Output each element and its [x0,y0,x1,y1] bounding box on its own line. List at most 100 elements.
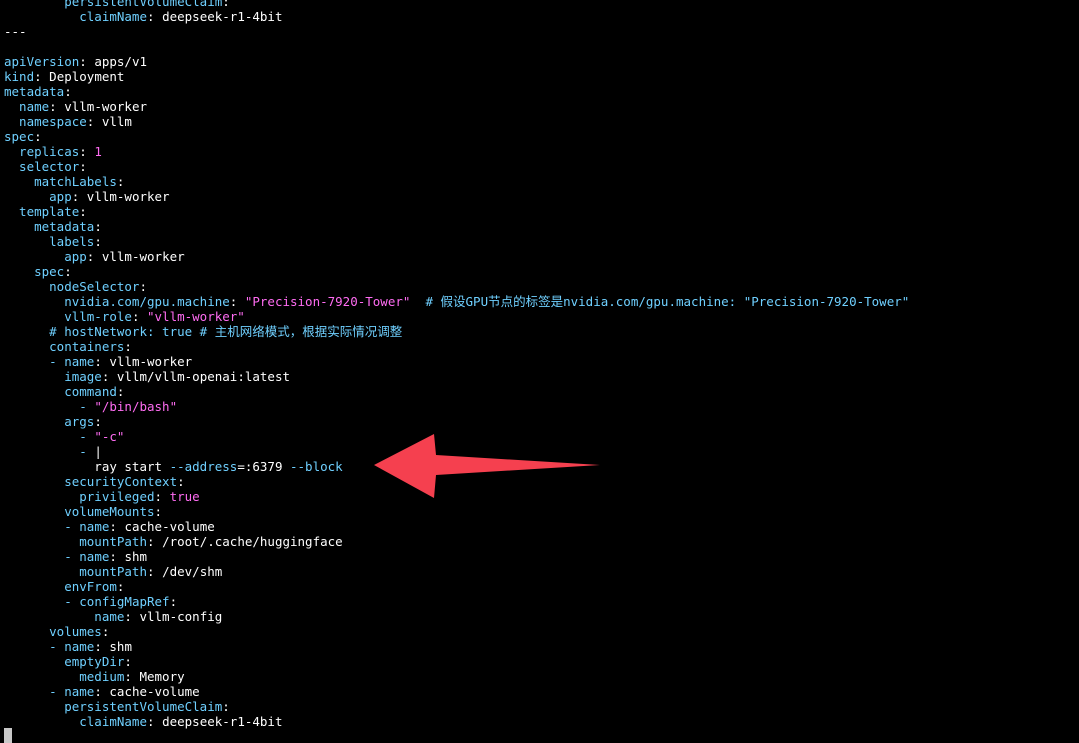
text-cursor-icon [4,728,12,743]
code-token: deepseek-r1-4bit [162,9,283,24]
code-token: persistentVolumeClaim [4,0,223,9]
code-token: selector [4,159,80,174]
code-line: name: vllm-worker [4,99,147,114]
code-token: : [124,339,132,354]
code-line: - "/bin/bash" [4,399,177,414]
code-token: : [124,654,132,669]
code-token: apps/v1 [94,54,148,69]
code-line: - name: vllm-worker [4,354,192,369]
code-token: : [79,204,87,219]
code-token: "-c" [94,429,125,444]
code-token: labels [4,234,95,249]
code-token: persistentVolumeClaim [4,699,223,714]
code-token: : [222,0,230,9]
code-token: Memory [139,669,185,684]
code-line: spec: [4,264,72,279]
code-token: vllm-config [139,609,223,624]
code-token: envFrom [4,579,117,594]
code-line: selector: [4,159,87,174]
code-token: : [169,594,178,609]
code-token: : [79,144,95,159]
code-token: vllm-worker [86,189,170,204]
code-token: - [4,594,80,609]
code-token: nodeSelector [4,279,140,294]
code-line: vllm-role: "vllm-worker" [4,309,245,324]
code-token: # hostNetwork: true # 主机网络模式，根据实际情况调整 [4,324,403,339]
code-token: : [154,504,163,519]
code-token: # 假设GPU节点的标签是nvidia.com/gpu.machine: "Pr… [410,294,910,309]
code-token: : [109,519,125,534]
code-token: spec [4,264,65,279]
code-token: vllm-worker [64,99,148,114]
code-token: name [79,549,110,564]
code-line: args: [4,414,102,429]
code-token: : [94,639,110,654]
code-token: vllm-role [4,309,132,324]
code-token: name [79,519,110,534]
code-token: shm [124,549,148,564]
code-line: image: vllm/vllm-openai:latest [4,369,290,384]
code-token: containers [4,339,125,354]
code-token: app [4,189,72,204]
code-token: mountPath [4,534,147,549]
code-token: 1 [94,144,102,159]
code-token: metadata [4,84,65,99]
code-token: : [147,9,163,24]
code-token: : [79,54,95,69]
code-line: containers: [4,339,132,354]
code-token: : [116,579,125,594]
code-token: app [4,249,87,264]
code-line: nodeSelector: [4,279,147,294]
code-token: - [4,399,95,414]
code-token: volumes [4,624,102,639]
code-token: securityContext [4,474,178,489]
code-token: : [147,564,163,579]
code-line: persistentVolumeClaim: [4,699,230,714]
code-token: : [154,489,170,504]
code-token: namespace [4,114,87,129]
code-line: matchLabels: [4,174,124,189]
code-line: app: vllm-worker [4,189,170,204]
code-token: : [124,669,140,684]
code-line: securityContext: [4,474,185,489]
code-token: =:6379 [237,459,290,474]
code-token: shm [109,639,132,654]
code-token: : [86,249,102,264]
code-line: kind: Deployment [4,69,124,84]
code-token: : [94,414,102,429]
code-token: - [4,354,65,369]
code-token: vllm-worker [101,249,185,264]
code-line: app: vllm-worker [4,249,185,264]
code-line: medium: Memory [4,669,185,684]
code-token: image [4,369,102,384]
code-line: mountPath: /root/.cache/huggingface [4,534,343,549]
code-line: apiVersion: apps/v1 [4,54,147,69]
code-line: - name: shm [4,639,132,654]
code-token: : [229,294,245,309]
code-token: : [34,69,50,84]
code-token: : [64,84,72,99]
code-token: : [147,714,163,729]
code-token: : [49,99,65,114]
code-token: args [4,414,95,429]
code-token: : [101,369,117,384]
code-line: mountPath: /dev/shm [4,564,222,579]
code-token: : [116,384,125,399]
code-token: command [4,384,117,399]
code-token: privileged [4,489,155,504]
code-token: name [64,639,95,654]
code-token: name [64,684,95,699]
code-token: /root/.cache/huggingface [162,534,343,549]
code-token: : [177,474,185,489]
code-line: spec: [4,129,42,144]
code-token: name [4,99,50,114]
terminal-window[interactable]: persistentVolumeClaim: claimName: deepse… [4,0,1079,743]
code-token: metadata [4,219,95,234]
code-token: medium [4,669,125,684]
code-token: : [124,609,140,624]
code-token: claimName [4,9,147,24]
code-line: # hostNetwork: true # 主机网络模式，根据实际情况调整 [4,324,402,339]
code-token: replicas [4,144,80,159]
code-line: envFrom: [4,579,124,594]
code-line: --- [4,24,27,39]
